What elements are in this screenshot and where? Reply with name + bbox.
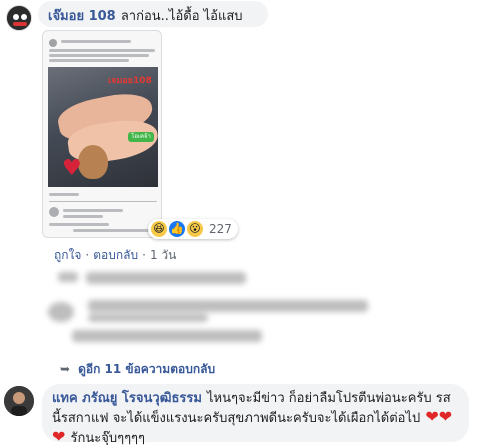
blurred-reply-preview <box>58 270 258 286</box>
line-badge: โอเคจ้า <box>128 132 154 142</box>
image-watermark: เจมอย108 <box>108 76 152 86</box>
comment-attached-image[interactable]: ♥ เจมอย108 โอเคจ้า <box>42 30 162 238</box>
commenter-avatar[interactable] <box>6 5 32 31</box>
post-photo: ♥ เจมอย108 โอเคจ้า <box>48 67 158 187</box>
more-replies-label: ดูอีก 11 ข้อความตอบกลับ <box>78 362 216 376</box>
wow-icon: 😮 <box>187 221 203 237</box>
comment-bubble: เจ๊มอย 108 ลาก่อน..ไอ้ดื้อ ไอ้แสบ <box>38 1 268 27</box>
comment-text-tail: รักนะจุ๊บๆๆๆๆ <box>70 431 146 445</box>
heart-sticker-icon: ♥ <box>62 156 82 181</box>
comment-bubble: แทค ภรัณยู โรจนวุฒิธรรม ไหนๆจะมีข่าว ก็อ… <box>42 384 469 445</box>
timestamp[interactable]: 1 วัน <box>150 248 176 262</box>
reaction-count: 227 <box>209 222 232 236</box>
blurred-reply-preview <box>72 326 272 346</box>
comment-author[interactable]: เจ๊มอย 108 <box>48 9 116 24</box>
comment-text: ลาก่อน..ไอ้ดื้อ ไอ้แสบ <box>120 9 243 24</box>
like-icon: 👍 <box>169 221 185 237</box>
haha-icon: 😆 <box>151 221 167 237</box>
reply-link[interactable]: ตอบกลับ <box>93 248 138 262</box>
comment-author[interactable]: แทค ภรัณยู โรจนวุฒิธรรม <box>52 391 202 406</box>
like-link[interactable]: ถูกใจ <box>54 248 81 262</box>
commenter-avatar[interactable] <box>4 386 34 416</box>
view-more-replies-link[interactable]: ➥ ดูอีก 11 ข้อความตอบกลับ <box>60 360 215 379</box>
blurred-reply-preview <box>48 298 378 324</box>
reaction-summary[interactable]: 😆 👍 😮 227 <box>148 219 238 239</box>
comment-actions: ถูกใจ · ตอบกลับ · 1 วัน <box>54 248 177 262</box>
reply-arrow-icon: ➥ <box>60 362 71 376</box>
